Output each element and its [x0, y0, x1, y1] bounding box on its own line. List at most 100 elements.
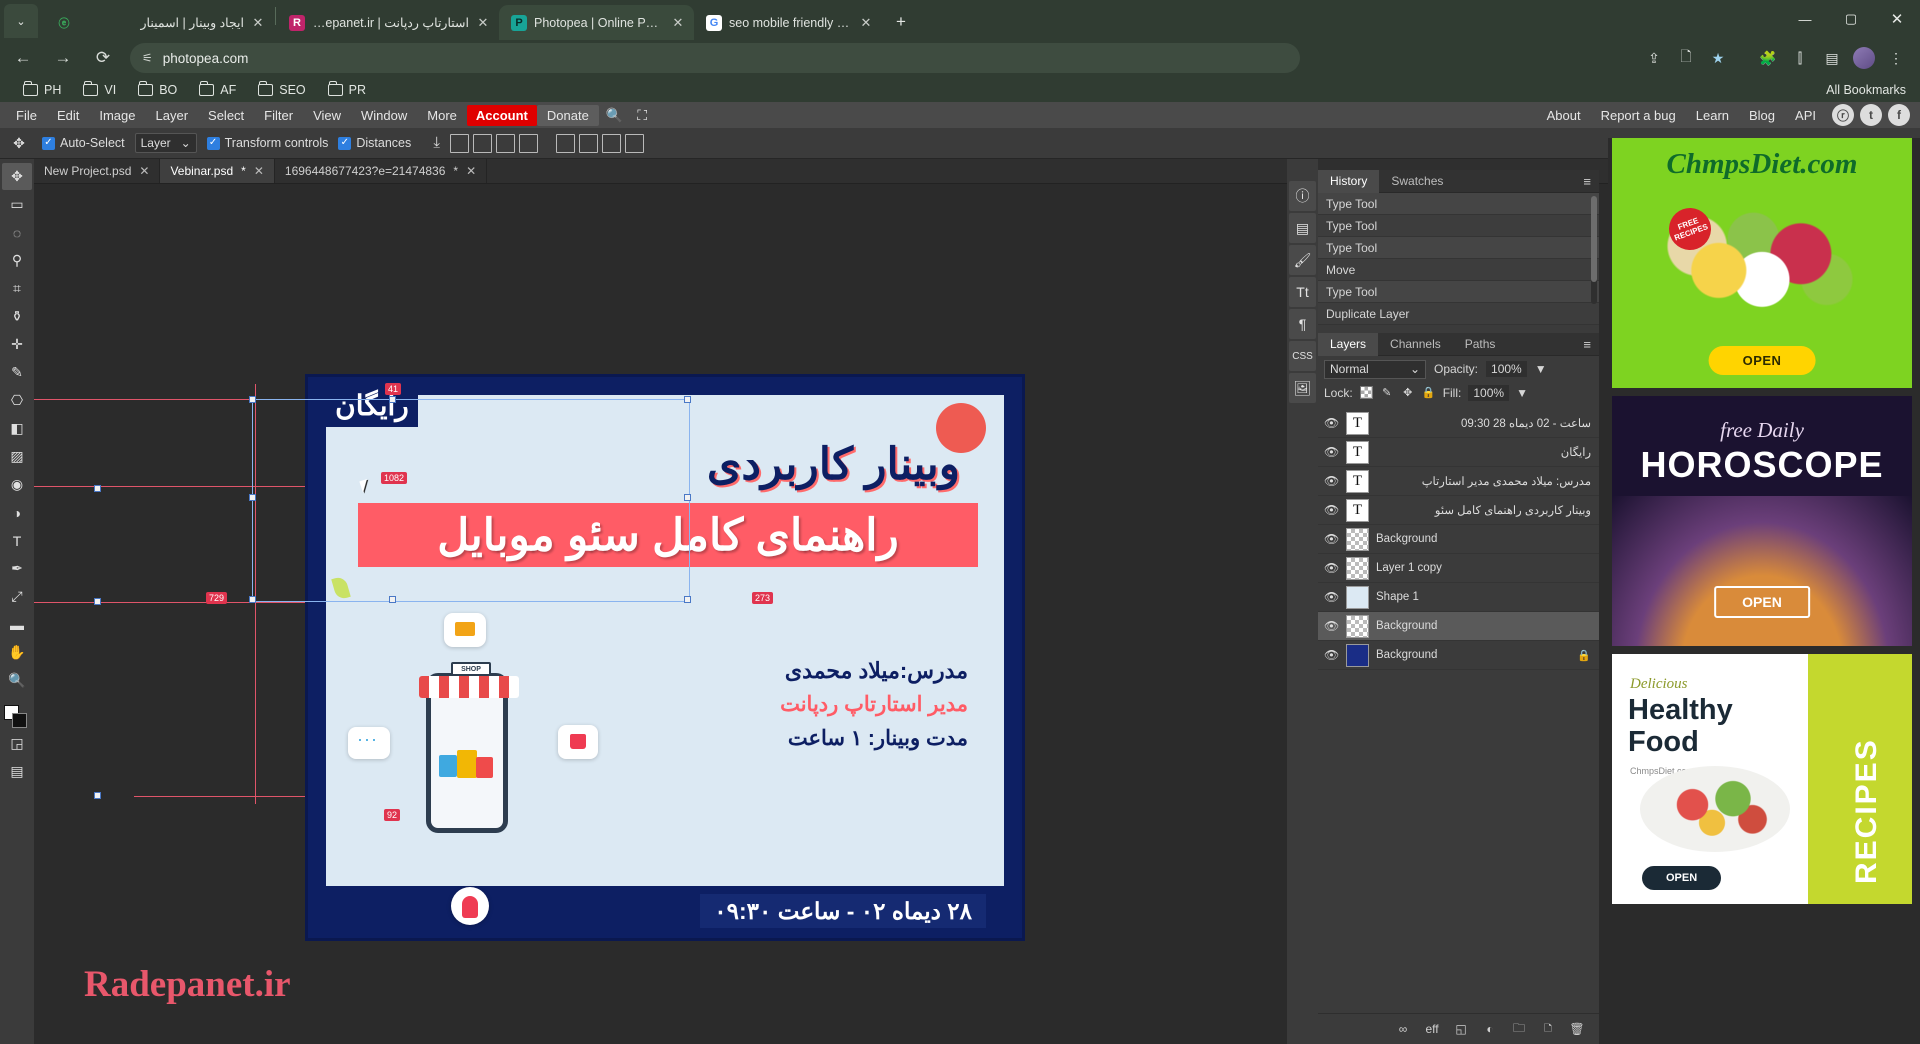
layer-visibility-icon[interactable]: 👁: [1324, 619, 1339, 633]
transform-handle-br[interactable]: [684, 596, 691, 603]
table-row[interactable]: 👁 Background: [1318, 525, 1599, 554]
history-item[interactable]: Type Tool: [1318, 237, 1599, 259]
account-button[interactable]: Account: [466, 104, 537, 126]
transform-controls-checkbox[interactable]: ✓ Transform controls: [206, 136, 328, 150]
transform-handle-outer-tl[interactable]: [94, 485, 101, 492]
align-center-h-icon[interactable]: [473, 133, 493, 153]
transform-handle-r[interactable]: [684, 494, 691, 501]
histogram-panel-button[interactable]: ▤: [1289, 213, 1316, 243]
align-right-icon[interactable]: [496, 133, 516, 153]
tab-swatches[interactable]: Swatches: [1379, 170, 1455, 193]
transparency-lock-icon[interactable]: [1359, 386, 1373, 399]
layer-visibility-icon[interactable]: 👁: [1324, 590, 1339, 604]
shape-tool[interactable]: ▬: [2, 611, 32, 638]
auto-select-scope-dropdown[interactable]: Layer ⌄: [134, 133, 197, 153]
healthyfood-ad[interactable]: Delicious Healthy Food ChmpsDiet.com OPE…: [1612, 654, 1912, 904]
brush-tool[interactable]: ✎: [2, 359, 32, 386]
opacity-caret-icon[interactable]: ▼: [1535, 362, 1547, 376]
history-panel-menu-icon[interactable]: ≡: [1583, 174, 1599, 189]
close-icon[interactable]: ✕: [859, 15, 873, 31]
layer-visibility-icon[interactable]: 👁: [1324, 561, 1339, 575]
table-row[interactable]: 👁 Shape 1: [1318, 583, 1599, 612]
dodge-tool[interactable]: ◑: [2, 499, 32, 526]
transform-handle-outer-l[interactable]: [94, 598, 101, 605]
bookmark-ph[interactable]: PH: [14, 80, 70, 100]
stamp-tool[interactable]: ⎔: [2, 387, 32, 414]
maximize-button[interactable]: ▢: [1828, 0, 1874, 38]
bookmark-vi[interactable]: VI: [74, 80, 125, 100]
close-window-button[interactable]: ✕: [1874, 0, 1920, 38]
tab-layers[interactable]: Layers: [1318, 332, 1379, 356]
layer-visibility-icon[interactable]: 👁: [1324, 474, 1339, 488]
forward-icon[interactable]: →: [46, 41, 80, 75]
table-row[interactable]: 👁 Layer 1 copy: [1318, 554, 1599, 583]
distances-checkbox[interactable]: ✓ Distances: [338, 136, 411, 150]
character-panel-button[interactable]: Tt: [1289, 277, 1316, 307]
transform-handle-b[interactable]: [389, 596, 396, 603]
layer-visibility-icon[interactable]: 👁: [1324, 445, 1339, 459]
tab-paths[interactable]: Paths: [1453, 333, 1508, 356]
search-icon[interactable]: 🔍: [599, 104, 630, 127]
layers-panel-menu-icon[interactable]: ≡: [1583, 337, 1599, 352]
adjustment-layer-button[interactable]: ◐: [1482, 1022, 1498, 1036]
tab-search-button[interactable]: ⌄: [4, 4, 38, 38]
magic-wand-tool[interactable]: ⚲: [2, 247, 32, 274]
menu-filter[interactable]: Filter: [254, 105, 303, 126]
close-icon[interactable]: ✕: [476, 15, 490, 31]
new-tab-button[interactable]: +: [888, 9, 914, 35]
menu-image[interactable]: Image: [89, 105, 145, 126]
bookmark-seo[interactable]: SEO: [249, 80, 314, 100]
fullscreen-icon[interactable]: ⛶: [630, 104, 654, 127]
transform-handle-bl[interactable]: [249, 596, 256, 603]
bookmark-star-icon[interactable]: ★: [1704, 44, 1732, 72]
chmpsdiet-ad[interactable]: ChmpsDiet.com FREE RECIPES OPEN: [1612, 138, 1912, 388]
transform-handle-tl[interactable]: [249, 396, 256, 403]
layer-list[interactable]: 👁 T ساعت - 02 دیماه 28 09:30 👁 T رایگان …: [1318, 409, 1599, 1011]
history-item[interactable]: Duplicate Layer: [1318, 303, 1599, 325]
foreground-color-swatch[interactable]: [12, 713, 27, 728]
ad-open-button[interactable]: OPEN: [1642, 866, 1722, 890]
align-left-icon[interactable]: [450, 133, 470, 153]
menu-about[interactable]: About: [1537, 105, 1591, 126]
screen-mode-toggle[interactable]: ▤: [2, 758, 32, 785]
minimize-button[interactable]: —: [1782, 0, 1828, 38]
history-list[interactable]: Type Tool Type Tool Type Tool Move Type …: [1318, 193, 1599, 333]
move-lock-icon[interactable]: ✥: [1401, 386, 1415, 400]
table-row[interactable]: 👁 T وبینار کاربردی راهنمای کامل سئو: [1318, 496, 1599, 525]
all-lock-icon[interactable]: 🔒: [1422, 386, 1436, 400]
css-panel-button[interactable]: CSS: [1289, 341, 1316, 371]
bookmark-af[interactable]: AF: [190, 80, 245, 100]
table-row[interactable]: 👁 T رایگان: [1318, 438, 1599, 467]
paint-lock-icon[interactable]: ✎: [1380, 386, 1394, 400]
transform-handle-t[interactable]: [389, 396, 396, 403]
delete-layer-button[interactable]: 🗑: [1569, 1022, 1585, 1036]
site-settings-icon[interactable]: ⚟: [142, 51, 153, 65]
quick-mask-toggle[interactable]: ◲: [2, 730, 32, 757]
menu-window[interactable]: Window: [351, 105, 417, 126]
color-swatches[interactable]: [4, 705, 30, 729]
paragraph-panel-button[interactable]: ¶: [1289, 309, 1316, 339]
brushes-panel-button[interactable]: 🖌: [1289, 245, 1316, 275]
properties-panel-button[interactable]: 🖼: [1289, 373, 1316, 403]
menu-view[interactable]: View: [303, 105, 351, 126]
canvas-area[interactable]: وبینار کاربردی راهنمای کامل سئو موبایل م…: [34, 184, 1287, 1044]
distribute-center-icon[interactable]: [579, 133, 599, 153]
lasso-tool[interactable]: ◌: [2, 219, 32, 246]
type-tool[interactable]: T: [2, 527, 32, 554]
donate-button[interactable]: Donate: [536, 104, 599, 126]
menu-learn[interactable]: Learn: [1686, 105, 1739, 126]
transform-handle-outer-bl[interactable]: [94, 792, 101, 799]
bookmark-bo[interactable]: BO: [129, 80, 186, 100]
menu-edit[interactable]: Edit: [47, 105, 89, 126]
menu-blog[interactable]: Blog: [1739, 105, 1785, 126]
blend-mode-dropdown[interactable]: Normal ⌄: [1324, 359, 1426, 379]
link-layers-button[interactable]: ∞: [1395, 1022, 1411, 1036]
marquee-tool[interactable]: ▭: [2, 191, 32, 218]
transform-handle-tr[interactable]: [684, 396, 691, 403]
sidebar-icon[interactable]: ▤: [1818, 44, 1846, 72]
menu-report-bug[interactable]: Report a bug: [1591, 105, 1686, 126]
pen-tool[interactable]: ✒: [2, 555, 32, 582]
transform-handle-l[interactable]: [249, 494, 256, 501]
artboard[interactable]: وبینار کاربردی راهنمای کامل سئو موبایل م…: [305, 374, 1025, 941]
distribute-left-icon[interactable]: [556, 133, 576, 153]
